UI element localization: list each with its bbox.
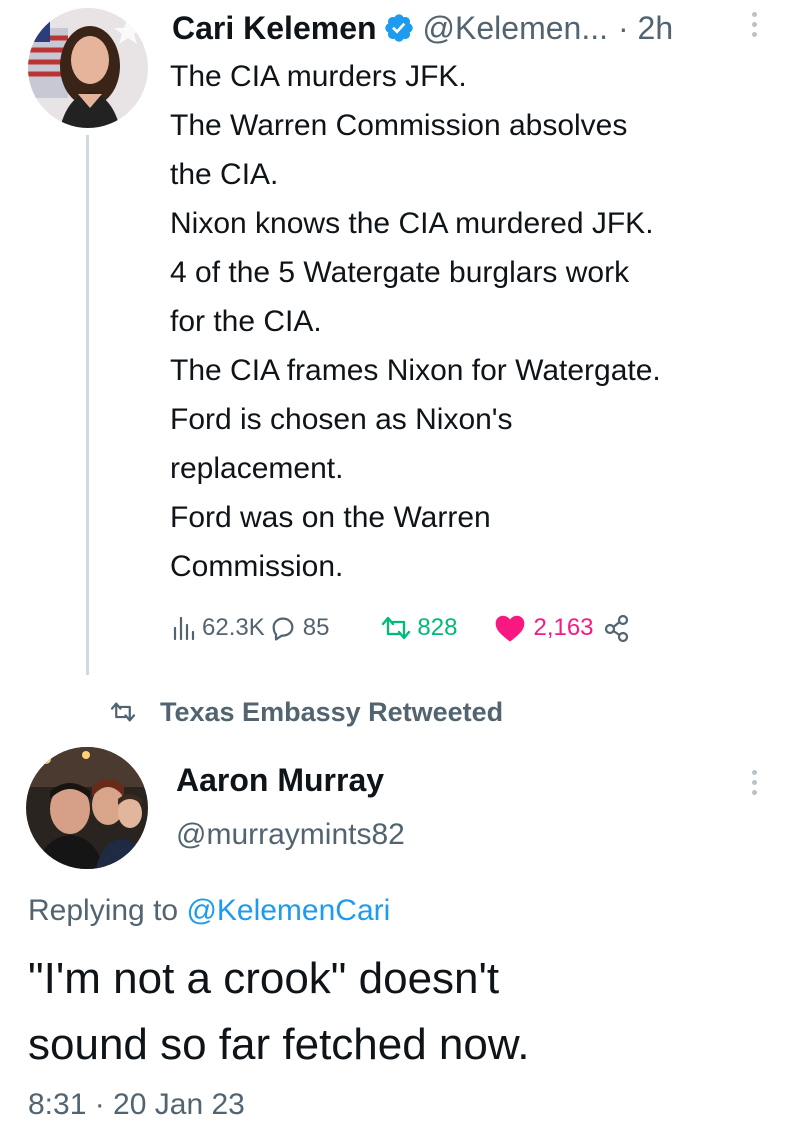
replying-to-prefix: Replying to: [28, 894, 179, 927]
share-button[interactable]: [602, 613, 632, 643]
tweet-line: The CIA murders JFK.: [170, 60, 467, 93]
author-avatar[interactable]: [26, 747, 148, 869]
reply-button[interactable]: 85: [265, 614, 330, 642]
tweet-text: "I'm not a crook" doesn't sound so far f…: [28, 946, 788, 1078]
tweet-line: Commission.: [170, 550, 344, 583]
replying-to: Replying to @KelemenCari: [28, 894, 390, 928]
tweet-line: the CIA.: [170, 158, 279, 191]
author-name[interactable]: Cari Kelemen: [172, 10, 377, 47]
retweet-context-label: Texas Embassy Retweeted: [160, 696, 504, 727]
tweet-line: Nixon knows the CIA murdered JFK.: [170, 207, 654, 240]
tweet-line: Ford is chosen as Nixon's: [170, 403, 513, 436]
more-icon[interactable]: [750, 770, 758, 795]
heart-icon: [496, 615, 525, 642]
views-count: 62.3K: [202, 614, 265, 641]
reply-count: 85: [302, 614, 330, 641]
like-button[interactable]: 2,163: [493, 613, 594, 643]
verified-badge-icon: [384, 14, 413, 42]
tweet-line: replacement.: [170, 452, 344, 485]
tweet-line: Ford was on the Warren: [170, 501, 491, 534]
retweet-button[interactable]: 828: [379, 614, 457, 642]
tweet-line: The CIA frames Nixon for Watergate.: [170, 354, 661, 387]
views-button[interactable]: 62.3K: [172, 614, 265, 642]
share-icon: [604, 614, 628, 643]
tweet-time[interactable]: · 2h: [618, 10, 673, 47]
tweet-line: sound so far fetched now.: [28, 1020, 530, 1069]
tweet-line: The Warren Commission absolves: [170, 109, 628, 142]
like-count: 2,163: [533, 614, 594, 641]
author-avatar[interactable]: [28, 8, 148, 128]
tweet-line: 4 of the 5 Watergate burglars work: [170, 256, 630, 289]
views-icon: [173, 616, 195, 641]
author-handle[interactable]: @Kelemen...: [423, 10, 608, 47]
tweet-timestamp[interactable]: 8:31 · 20 Jan 23: [28, 1088, 245, 1122]
tweet-text: The CIA murders JFK. The Warren Commissi…: [170, 52, 780, 591]
retweet-icon: [110, 702, 136, 722]
retweet-context[interactable]: Texas Embassy Retweeted: [108, 692, 503, 732]
replying-to-mention[interactable]: @KelemenCari: [186, 894, 390, 927]
tweet-line: "I'm not a crook" doesn't: [28, 954, 500, 1003]
retweet-icon: [382, 616, 411, 640]
thread-line: [86, 135, 89, 675]
retweet-count: 828: [417, 614, 458, 641]
tweet-header: Cari Kelemen @Kelemen... · 2h: [172, 6, 673, 50]
more-icon[interactable]: [750, 12, 758, 37]
author-handle[interactable]: @murraymints82: [176, 818, 405, 852]
author-name[interactable]: Aaron Murray: [176, 762, 384, 799]
reply-icon: [272, 617, 294, 641]
tweet-actions: 62.3K 85 828 2,163: [172, 606, 632, 650]
tweet-line: for the CIA.: [170, 305, 322, 338]
